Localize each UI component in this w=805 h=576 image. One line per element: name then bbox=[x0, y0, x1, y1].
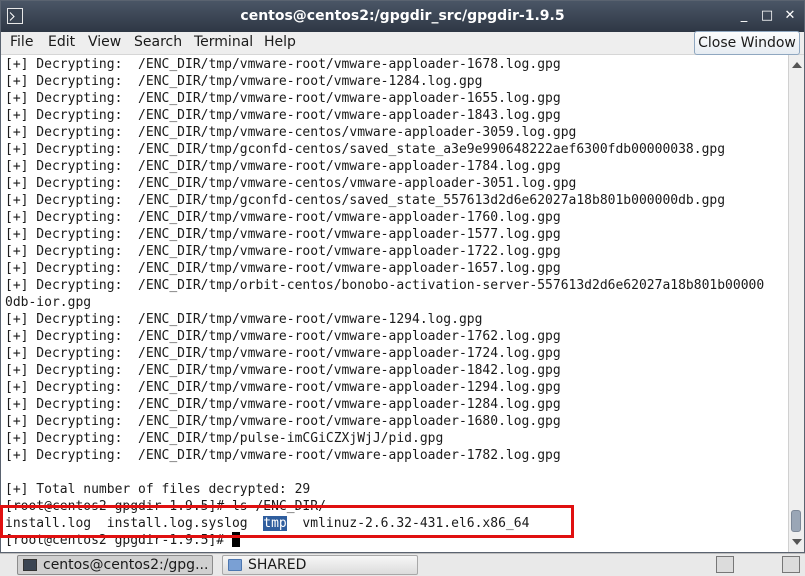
menu-terminal[interactable]: Terminal bbox=[194, 34, 253, 50]
terminal-line: [+] Decrypting: /ENC_DIR/tmp/vmware-root… bbox=[5, 363, 561, 378]
terminal-tray-icon[interactable] bbox=[716, 556, 734, 573]
terminal-line: [+] Decrypting: /ENC_DIR/tmp/vmware-root… bbox=[5, 380, 561, 395]
taskbar-item-terminal[interactable]: centos@centos2:/gpg... bbox=[17, 555, 213, 575]
taskbar-item-label: SHARED bbox=[248, 557, 307, 573]
terminal-output[interactable]: [+] Decrypting: /ENC_DIR/tmp/vmware-root… bbox=[2, 55, 788, 552]
terminal-line: [+] Decrypting: /ENC_DIR/tmp/pulse-imCGi… bbox=[5, 431, 444, 446]
selected-directory-tmp: tmp bbox=[263, 516, 287, 531]
terminal-line: [+] Decrypting: /ENC_DIR/tmp/vmware-root… bbox=[5, 108, 561, 123]
terminal-line: [+] Decrypting: /ENC_DIR/tmp/vmware-root… bbox=[5, 210, 561, 225]
taskbar-item-label: centos@centos2:/gpg... bbox=[43, 557, 209, 573]
terminal-line: [+] Decrypting: /ENC_DIR/tmp/vmware-root… bbox=[5, 261, 561, 276]
scroll-down-arrow-icon[interactable] bbox=[792, 539, 802, 545]
terminal-line: [+] Decrypting: /ENC_DIR/tmp/vmware-root… bbox=[5, 312, 483, 327]
menu-view[interactable]: View bbox=[88, 34, 121, 50]
terminal-icon bbox=[23, 559, 37, 571]
shell-prompt: [root@centos2 gpgdir-1.9.5]# bbox=[5, 533, 232, 548]
terminal-line: [+] Decrypting: /ENC_DIR/tmp/vmware-root… bbox=[5, 414, 561, 429]
terminal-line: [+] Decrypting: /ENC_DIR/tmp/vmware-root… bbox=[5, 244, 561, 259]
ls-output-segment: install.log install.log.syslog bbox=[5, 516, 264, 531]
text-cursor bbox=[231, 532, 240, 547]
close-window-button[interactable]: Close Window bbox=[694, 31, 800, 55]
maximize-button[interactable]: □ bbox=[760, 9, 774, 23]
terminal-line: [+] Decrypting: /ENC_DIR/tmp/vmware-root… bbox=[5, 159, 561, 174]
terminal-line: [+] Decrypting: /ENC_DIR/tmp/vmware-root… bbox=[5, 397, 561, 412]
taskbar-item-shared[interactable]: SHARED bbox=[222, 555, 418, 575]
menu-help[interactable]: Help bbox=[264, 34, 296, 50]
prompt-line[interactable]: [root@centos2 gpgdir-1.9.5]# bbox=[5, 532, 240, 549]
menu-file[interactable]: File bbox=[10, 34, 33, 50]
terminal-scrollbar[interactable] bbox=[788, 55, 804, 552]
terminal-line: [+] Decrypting: /ENC_DIR/tmp/gconfd-cent… bbox=[5, 193, 726, 208]
terminal-line: [+] Decrypting: /ENC_DIR/tmp/vmware-root… bbox=[5, 57, 561, 72]
ls-output-line: install.log install.log.syslog tmp vmlin… bbox=[5, 515, 529, 532]
terminal-line: [+] Decrypting: /ENC_DIR/tmp/gconfd-cent… bbox=[5, 142, 726, 157]
taskbar: centos@centos2:/gpg... SHARED bbox=[0, 553, 805, 576]
terminal-line: [+] Decrypting: /ENC_DIR/tmp/vmware-root… bbox=[5, 329, 561, 344]
scroll-up-arrow-icon[interactable] bbox=[792, 62, 802, 68]
display-tray-icon[interactable] bbox=[782, 556, 800, 573]
terminal-line: [+] Total number of files decrypted: 29 bbox=[5, 482, 311, 497]
terminal-line: [+] Decrypting: /ENC_DIR/tmp/orbit-cento… bbox=[5, 278, 765, 293]
terminal-line: 0db-ior.gpg bbox=[5, 295, 92, 310]
ls-output-segment: vmlinuz-2.6.32-431.el6.x86_64 bbox=[286, 516, 530, 531]
menu-bar: File Edit View Search Terminal Help bbox=[1, 32, 804, 55]
menu-search[interactable]: Search bbox=[134, 34, 182, 50]
terminal-line: [root@centos2 gpgdir-1.9.5]# ls /ENC_DIR… bbox=[5, 499, 326, 514]
title-bar[interactable]: centos@centos2:/gpgdir_src/gpgdir-1.9.5 … bbox=[1, 1, 804, 32]
menu-edit[interactable]: Edit bbox=[48, 34, 75, 50]
terminal-line: [+] Decrypting: /ENC_DIR/tmp/vmware-root… bbox=[5, 227, 561, 242]
terminal-line: [+] Decrypting: /ENC_DIR/tmp/vmware-root… bbox=[5, 91, 561, 106]
terminal-line: [+] Decrypting: /ENC_DIR/tmp/vmware-cent… bbox=[5, 176, 577, 191]
close-button[interactable]: ✕ bbox=[783, 9, 797, 23]
scrollbar-thumb[interactable] bbox=[791, 510, 801, 532]
terminal-window: centos@centos2:/gpgdir_src/gpgdir-1.9.5 … bbox=[0, 0, 805, 553]
folder-icon bbox=[228, 559, 242, 571]
window-title: centos@centos2:/gpgdir_src/gpgdir-1.9.5 bbox=[240, 8, 565, 24]
minimize-button[interactable]: _ bbox=[737, 9, 751, 23]
terminal-line: [+] Decrypting: /ENC_DIR/tmp/vmware-root… bbox=[5, 448, 561, 463]
terminal-line: [+] Decrypting: /ENC_DIR/tmp/vmware-root… bbox=[5, 74, 483, 89]
terminal-line: [+] Decrypting: /ENC_DIR/tmp/vmware-root… bbox=[5, 346, 561, 361]
terminal-line: [+] Decrypting: /ENC_DIR/tmp/vmware-cent… bbox=[5, 125, 577, 140]
